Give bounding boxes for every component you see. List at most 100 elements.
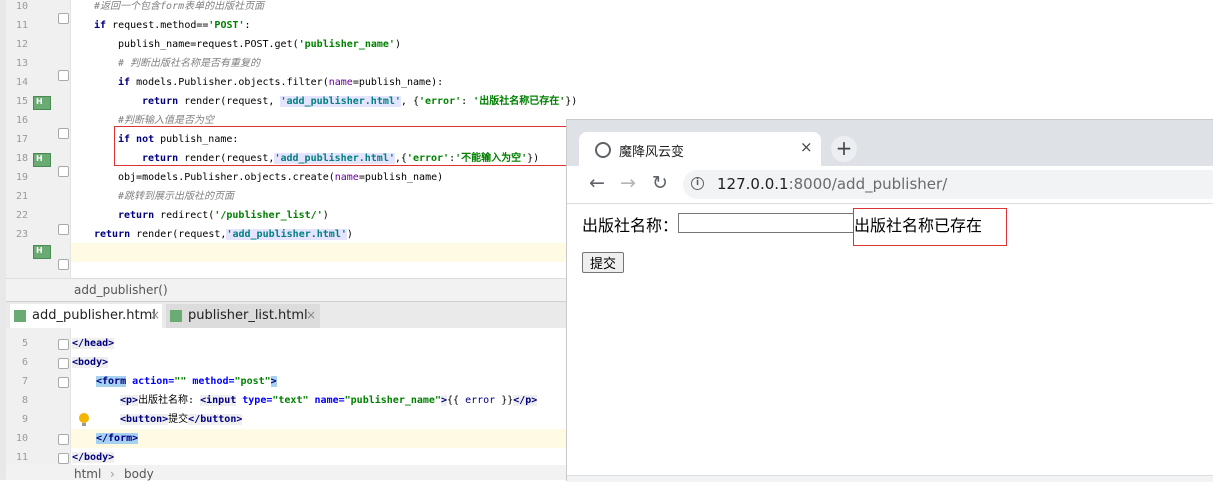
line-number: 10 [15,1,28,12]
code-token: }} [495,395,514,406]
function-breadcrumb[interactable]: add_publisher() [6,278,566,301]
code-token: name [334,172,359,183]
fold-icon[interactable] [58,339,69,350]
code-token: name [328,77,353,88]
code-token: ) [394,39,401,50]
code-token: '/publisher_list/' [214,210,323,221]
chevron-right-icon: › [110,467,115,481]
tab-label: publisher_list.html [188,308,308,323]
fold-icon[interactable] [58,166,69,177]
code-line: #跳转到展示出版社的页面 [118,187,234,206]
annotation-box [114,126,568,166]
url-text[interactable]: 127.0.0.1:8000/add_publisher/ [717,175,947,193]
code-token: <body> [72,357,109,368]
close-icon[interactable]: × [800,138,813,156]
code-token: # 判断出版社名称是否有重复的 [118,58,261,69]
code-token: return [142,96,179,107]
fold-icon[interactable] [58,358,69,369]
code-token: <p> [120,395,139,406]
code-token: 'POST' [208,20,245,31]
code-token: 提交 [168,414,189,425]
html-editor[interactable]: 5 6 7 8 9 10 11 </head> <body> <form action="" m… [6,328,566,465]
html-template-icon[interactable] [33,245,51,259]
code-token: if [94,20,107,31]
code-line: </head> [72,334,115,353]
line-number: 12 [15,39,28,50]
code-token: #返回一个包含 [94,1,161,12]
fold-icon[interactable] [58,434,69,445]
line-number: 6 [21,357,28,368]
line-number: 14 [15,77,28,88]
line-number: 17 [15,134,28,145]
line-number: 19 [15,172,28,183]
info-icon[interactable]: i [691,177,704,190]
code-token: #跳转到展示出版社的页面 [118,191,235,202]
breadcrumb-body[interactable]: body [124,467,154,481]
forward-arrow-icon[interactable]: → [616,172,640,196]
code-token: #判断输入值是否为空 [118,115,215,126]
code-line: #返回一个包含form表单的出版社页面 [94,0,264,16]
breadcrumb-function[interactable]: add_publisher() [74,283,168,297]
code-token: =publish_name) [358,172,444,183]
line-number: 10 [15,433,28,444]
close-icon[interactable]: × [306,308,316,322]
fold-icon[interactable] [58,453,69,464]
fold-icon[interactable] [58,70,69,81]
code-line: </form> [96,429,139,448]
line-number: 23 [15,229,28,240]
new-tab-button[interactable]: + [831,136,857,162]
tab-add-publisher[interactable]: add_publisher.html × [10,304,162,331]
lightbulb-icon[interactable] [79,413,89,426]
fold-icon[interactable] [58,13,69,24]
browser-status-strip [567,475,1213,482]
html-file-icon [14,310,26,322]
code-line: <p>出版社名称: <input type="text" name="publi… [120,391,538,410]
code-line: <button>提交</button> [120,410,243,429]
reload-icon[interactable]: ↻ [648,172,672,196]
code-token: =publish_name): [352,77,444,88]
line-number: 8 [21,395,28,406]
code-token: > [270,376,277,387]
browser-tab-title: 魔降风云变 [619,145,685,160]
code-token: </body> [72,452,115,463]
code-token: "" [174,376,187,387]
code-token: </p> [513,395,538,406]
tag-breadcrumb: html › body [6,465,566,481]
code-token: <button> [120,414,169,425]
code-line: <form action="" method="post"> [96,372,277,391]
page-content: 出版社名称： 出版社名称已存在 提交 [567,204,1213,481]
code-line: publish_name=request.POST.get('publisher… [118,35,401,54]
back-arrow-icon[interactable]: ← [585,172,609,196]
code-token: 'add_publisher.html' [280,96,401,107]
address-bar[interactable]: i 127.0.0.1:8000/add_publisher/ [683,170,1213,199]
code-token: publish_name=request.POST.get( [118,39,299,50]
line-number: 7 [21,376,28,387]
fold-icon[interactable] [58,128,69,139]
current-line-highlight [70,429,566,448]
url-path: :8000/add_publisher/ [788,175,948,193]
editor-tab-bar: add_publisher.html × publisher_list.html… [6,301,566,331]
fold-icon[interactable] [58,377,69,388]
submit-button[interactable]: 提交 [582,252,624,273]
code-token: 'publisher_name' [298,39,395,50]
browser-tab[interactable]: 魔降风云变 × [579,132,821,166]
breadcrumb-html[interactable]: html [74,467,101,481]
fold-icon[interactable] [58,224,69,235]
html-file-icon [170,310,182,322]
code-token: "post" [234,376,271,387]
tab-label: add_publisher.html [32,308,156,323]
code-token: 出版社名称: [138,395,201,406]
code-token: '出版社名称已存在' [473,96,566,107]
browser-window: 魔降风云变 × + ← → ↻ i 127.0.0.1:8000/add_pub… [566,119,1213,482]
browser-toolbar: ← → ↻ i 127.0.0.1:8000/add_publisher/ [567,166,1213,204]
close-icon[interactable]: × [150,308,160,322]
code-line: return render(request, 'add_publisher.ht… [142,92,577,111]
tab-publisher-list[interactable]: publisher_list.html × [166,304,320,328]
publisher-name-input[interactable] [678,213,854,233]
html-template-icon[interactable] [33,153,51,167]
fold-icon[interactable] [58,259,69,270]
code-token: }) [565,96,578,107]
html-template-icon[interactable] [33,96,51,110]
code-line: return redirect('/publisher_list/') [118,206,329,225]
code-token: "text" [272,395,309,406]
